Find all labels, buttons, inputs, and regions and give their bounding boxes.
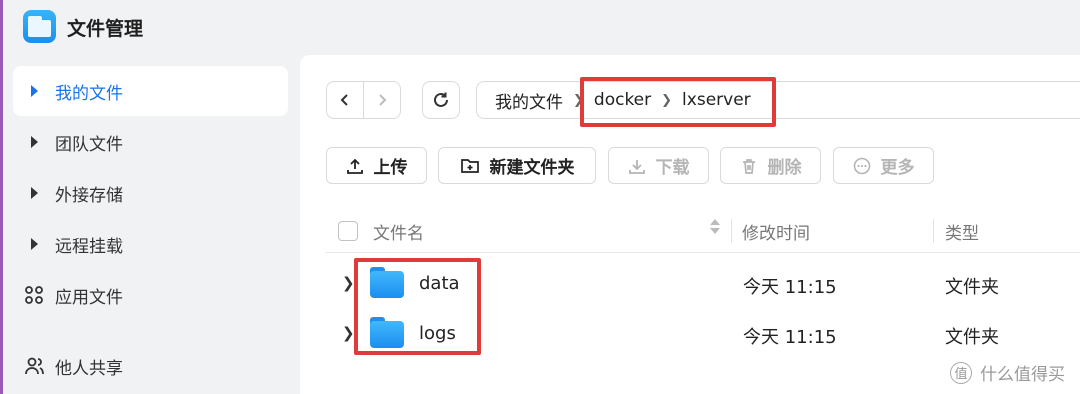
more-label: 更多 xyxy=(880,158,915,178)
sidebar-item-shared-with-me[interactable]: 他人共享 xyxy=(13,341,288,391)
file-type: 文件夹 xyxy=(945,327,999,348)
more-icon xyxy=(853,157,871,175)
caret-right-icon xyxy=(31,187,38,199)
watermark: 值 什么值得买 xyxy=(950,360,1065,385)
new-folder-icon xyxy=(460,157,480,175)
file-type: 文件夹 xyxy=(945,277,999,298)
breadcrumb: 我的文件 ❯ docker ❯ lxserver xyxy=(476,81,1080,119)
file-mtime: 今天 11:15 xyxy=(743,327,837,348)
main-panel: 我的文件 ❯ docker ❯ lxserver 上传 新建文件夹 下载 删除 xyxy=(300,55,1080,394)
delete-button[interactable]: 删除 xyxy=(720,147,821,184)
sidebar-item-external-storage[interactable]: 外接存储 xyxy=(13,168,288,218)
new-folder-label: 新建文件夹 xyxy=(489,158,575,178)
new-folder-button[interactable]: 新建文件夹 xyxy=(438,147,596,184)
refresh-button[interactable] xyxy=(422,81,460,119)
sidebar-item-label: 远程挂载 xyxy=(55,236,123,257)
chevron-left-icon xyxy=(340,94,348,106)
folder-app-icon xyxy=(23,10,56,43)
refresh-icon xyxy=(434,92,448,107)
sidebar-item-label: 团队文件 xyxy=(55,134,123,155)
column-divider xyxy=(933,219,934,243)
app-title: 文件管理 xyxy=(67,18,144,40)
select-all-checkbox[interactable] xyxy=(338,221,358,241)
caret-right-icon xyxy=(31,85,38,97)
caret-right-icon xyxy=(31,136,38,148)
back-button[interactable] xyxy=(327,82,363,118)
more-button[interactable]: 更多 xyxy=(833,147,934,184)
column-header-name[interactable]: 文件名 xyxy=(373,219,424,244)
delete-label: 删除 xyxy=(767,158,802,178)
sort-icon[interactable] xyxy=(710,219,720,234)
sidebar-item-label: 外接存储 xyxy=(55,185,123,206)
grid-apps-icon xyxy=(23,285,45,305)
upload-label: 上传 xyxy=(373,158,408,178)
upload-button[interactable]: 上传 xyxy=(326,147,427,184)
sidebar-item-label: 他人共享 xyxy=(55,358,123,379)
watermark-badge: 值 xyxy=(950,361,972,384)
column-header-type[interactable]: 类型 xyxy=(945,219,979,244)
sidebar-item-remote-mount[interactable]: 远程挂载 xyxy=(13,219,288,269)
download-icon xyxy=(628,157,646,175)
sidebar-item-team-files[interactable]: 团队文件 xyxy=(13,117,288,167)
highlight-folders-box xyxy=(354,258,481,355)
chevron-right-icon xyxy=(379,94,387,106)
sidebar-item-app-files[interactable]: 应用文件 xyxy=(13,270,288,320)
nav-button-group xyxy=(326,81,401,119)
app-header: 文件管理 xyxy=(0,0,1080,55)
sidebar-item-label: 应用文件 xyxy=(55,287,123,308)
file-mtime: 今天 11:15 xyxy=(743,277,837,298)
trash-icon xyxy=(740,157,758,175)
sidebar-item-label: 我的文件 xyxy=(55,83,123,104)
sidebar-item-my-files[interactable]: 我的文件 xyxy=(13,66,288,116)
table-header: 文件名 修改时间 类型 xyxy=(326,209,1080,253)
forward-button[interactable] xyxy=(363,82,400,118)
chevron-right-icon[interactable]: ❯ xyxy=(342,274,355,292)
download-label: 下载 xyxy=(655,158,690,178)
watermark-text: 什么值得买 xyxy=(980,365,1065,385)
upload-icon xyxy=(346,157,364,175)
highlight-breadcrumb-box xyxy=(580,77,776,127)
column-header-mtime[interactable]: 修改时间 xyxy=(742,219,810,244)
users-icon xyxy=(23,356,45,376)
caret-right-icon xyxy=(31,238,38,250)
sidebar: 我的文件 团队文件 外接存储 远程挂载 应用文件 他人共享 xyxy=(0,55,300,394)
column-divider xyxy=(731,219,732,243)
download-button[interactable]: 下载 xyxy=(608,147,709,184)
chevron-right-icon[interactable]: ❯ xyxy=(342,324,355,342)
breadcrumb-item-my-files[interactable]: 我的文件 xyxy=(495,88,563,113)
